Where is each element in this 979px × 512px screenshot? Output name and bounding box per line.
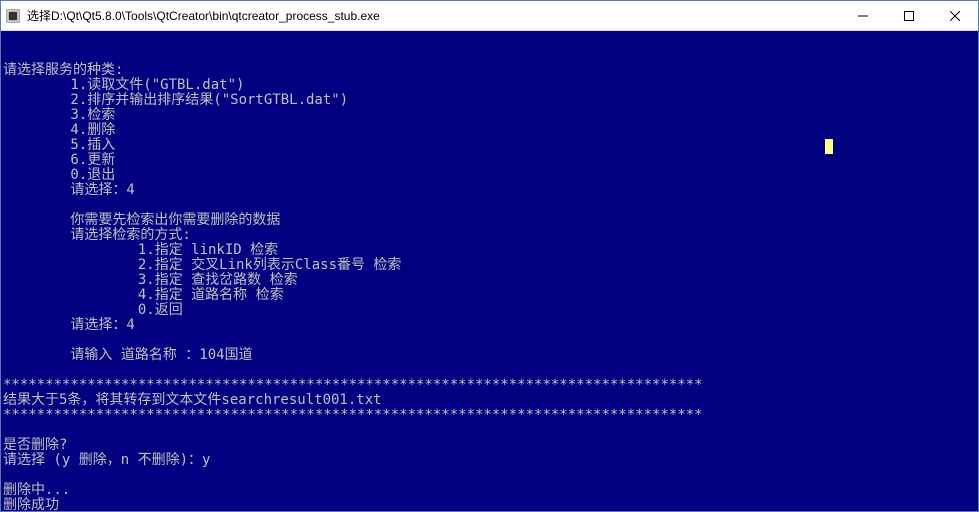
console-line: 请选择 (y 删除，n 不删除)：y [3,453,978,468]
console-line [3,423,978,438]
text-cursor [825,139,833,154]
console-line: 6.更新 [3,153,978,168]
console-line: 2.排序并输出排序结果("SortGTBL.dat") [3,93,978,108]
console-line: 请选择服务的种类: [3,63,978,78]
console-line [3,363,978,378]
console-line: 4.指定 道路名称 检索 [3,288,978,303]
console-line: 3.指定 查找岔路数 检索 [3,273,978,288]
console-line: 2.指定 交叉Link列表示Class番号 检索 [3,258,978,273]
console-line: ****************************************… [3,408,978,423]
console-line [3,198,978,213]
console-line: 请选择：4 [3,318,978,333]
console-line: 你需要先检索出你需要删除的数据 [3,213,978,228]
console-line: 请选择检索的方式: [3,228,978,243]
console-line: 1.指定 linkID 检索 [3,243,978,258]
console-line: 请输入 道路名称 ：104国道 [3,348,978,363]
window-title: 选择D:\Qt\Qt5.8.0\Tools\QtCreator\bin\qtcr… [27,7,840,24]
console-line: ****************************************… [3,378,978,393]
console-line: 0.返回 [3,303,978,318]
console-line: 删除成功 [3,498,978,511]
console-line: 1.读取文件("GTBL.dat") [3,78,978,93]
titlebar[interactable]: 选择D:\Qt\Qt5.8.0\Tools\QtCreator\bin\qtcr… [1,1,978,31]
console-line [3,333,978,348]
app-icon [5,8,21,24]
maximize-button[interactable] [886,1,932,30]
console-line: 删除中... [3,483,978,498]
console-line: 结果大于5条，将其转存到文本文件searchresult001.txt [3,393,978,408]
console-line: 0.退出 [3,168,978,183]
close-button[interactable] [932,1,978,30]
console-line: 3.检索 [3,108,978,123]
console-line: 是否删除? [3,438,978,453]
window-controls [840,1,978,30]
minimize-button[interactable] [840,1,886,30]
console-line [3,468,978,483]
console-output[interactable]: 请选择服务的种类: 1.读取文件("GTBL.dat") 2.排序并输出排序结果… [1,31,978,511]
console-line: 请选择：4 [3,183,978,198]
console-line: 4.删除 [3,123,978,138]
window-frame: 选择D:\Qt\Qt5.8.0\Tools\QtCreator\bin\qtcr… [0,0,979,512]
